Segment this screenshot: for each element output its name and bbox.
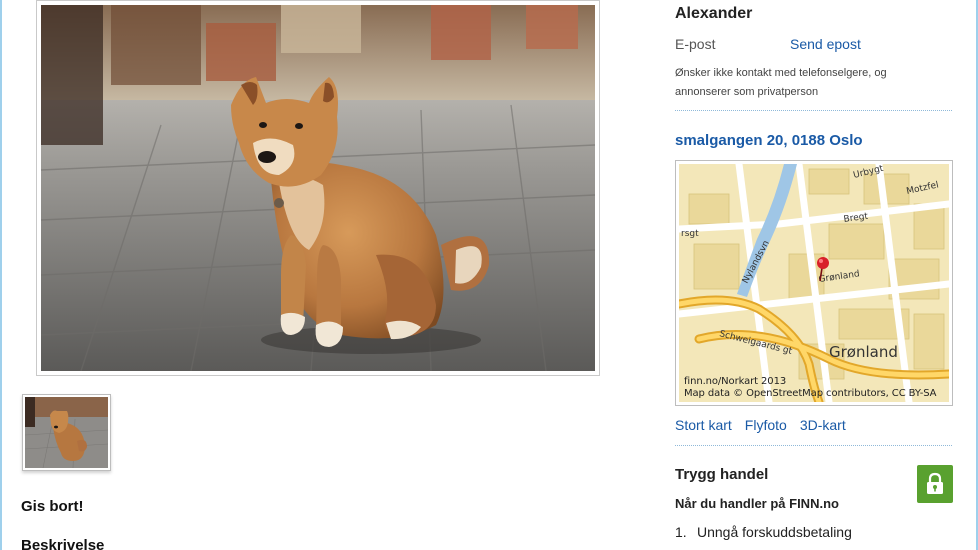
address-link[interactable]: smalgangen 20, 0188 Oslo bbox=[675, 132, 863, 149]
safe-trade-subtitle: Når du handler på FINN.no bbox=[675, 496, 839, 511]
map-place-label: Grønland bbox=[829, 343, 898, 361]
separator bbox=[675, 445, 952, 446]
contact-notice: Ønsker ikke kontakt med telefonselgere, … bbox=[675, 67, 887, 98]
map-links: Stort kart Flyfoto 3D-kart bbox=[675, 417, 846, 433]
map-graphic: Nylandsvn Schweigaards gt Bregt Motzfel … bbox=[679, 164, 949, 402]
ad-title: Gis bort! bbox=[21, 498, 84, 515]
map-credit-osm: Map data © OpenStreetMap contributors, C… bbox=[684, 388, 937, 399]
thumbnail-image bbox=[25, 397, 108, 468]
map-credit-norkart: finn.no/Norkart 2013 bbox=[684, 376, 787, 387]
stort-kart-link[interactable]: Stort kart bbox=[675, 417, 732, 433]
puppy-photo-image bbox=[41, 5, 595, 371]
main-photo[interactable] bbox=[36, 0, 600, 376]
map: Nylandsvn Schweigaards gt Bregt Motzfel … bbox=[679, 164, 949, 402]
photo-thumbnail[interactable] bbox=[22, 394, 111, 471]
page-edge-left bbox=[0, 0, 2, 550]
safe-trade-title: Trygg handel bbox=[675, 466, 769, 483]
safe-trade-list: 1. Unngå forskuddsbetaling bbox=[675, 524, 852, 540]
map-preview[interactable]: Nylandsvn Schweigaards gt Bregt Motzfel … bbox=[675, 160, 953, 406]
send-email-link[interactable]: Send epost bbox=[790, 36, 861, 52]
lock-icon bbox=[917, 465, 953, 503]
seller-name: Alexander bbox=[675, 5, 753, 22]
email-label: E-post bbox=[675, 36, 716, 52]
separator bbox=[675, 110, 952, 111]
list-item: 1. Unngå forskuddsbetaling bbox=[675, 524, 852, 540]
description-heading: Beskrivelse bbox=[21, 537, 105, 550]
3d-kart-link[interactable]: 3D-kart bbox=[800, 417, 846, 433]
street-label: rsgt bbox=[681, 229, 699, 239]
flyfoto-link[interactable]: Flyfoto bbox=[745, 417, 787, 433]
puppy-photo bbox=[41, 5, 595, 371]
